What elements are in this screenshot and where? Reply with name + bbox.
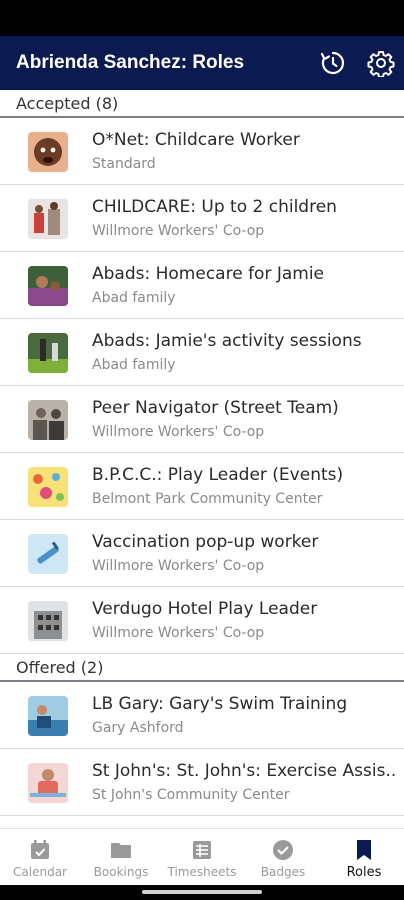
- gear-icon[interactable]: [367, 49, 395, 78]
- role-subtitle: Gary Ashford: [92, 720, 184, 736]
- list-item[interactable]: Vaccination pop-up worker Willmore Worke…: [0, 520, 404, 587]
- role-title: Vaccination pop-up worker: [92, 532, 319, 552]
- gesture-bar: [0, 885, 404, 900]
- nav-label-badges: Badges: [260, 865, 306, 879]
- role-subtitle: St John's Community Center: [92, 787, 290, 803]
- nav-label-calendar: Calendar: [13, 865, 67, 879]
- role-thumbnail-activity-icon: [28, 333, 68, 373]
- role-title: Peer Navigator (Street Team): [92, 398, 339, 418]
- nav-roles[interactable]: Roles: [324, 829, 404, 886]
- check-badge-icon: [271, 838, 295, 862]
- role-thumbnail-vaccine-icon: [28, 534, 68, 574]
- section-header-offered: Offered (2): [0, 654, 404, 682]
- home-indicator[interactable]: [142, 890, 262, 894]
- role-title: LB Gary: Gary's Swim Training: [92, 694, 348, 714]
- role-subtitle: Belmont Park Community Center: [92, 491, 323, 507]
- app-bar: Abrienda Sanchez: Roles: [0, 36, 404, 90]
- role-thumbnail-exercise-icon: [28, 763, 68, 803]
- role-title: CHILDCARE: Up to 2 children: [92, 197, 337, 217]
- list-item[interactable]: O*Net: Childcare Worker Standard: [0, 118, 404, 185]
- calendar-icon: [28, 838, 52, 862]
- section-header-accepted: Accepted (8): [0, 90, 404, 118]
- bookmark-icon: [352, 838, 376, 862]
- role-thumbnail-children-icon: [28, 199, 68, 239]
- status-bar: [0, 0, 404, 36]
- role-title: Abads: Jamie's activity sessions: [92, 331, 362, 351]
- history-icon[interactable]: [319, 49, 347, 77]
- role-thumbnail-hotel-icon: [28, 601, 68, 641]
- role-title: Abads: Homecare for Jamie: [92, 264, 325, 284]
- role-subtitle: Willmore Workers' Co-op: [92, 558, 265, 574]
- nav-bookings[interactable]: Bookings: [81, 829, 161, 886]
- nav-badges[interactable]: Badges: [243, 829, 323, 886]
- role-title: B.P.C.C.: Play Leader (Events): [92, 465, 344, 485]
- role-thumbnail-child-icon: [28, 132, 68, 172]
- list-item[interactable]: Abads: Jamie's activity sessions Abad fa…: [0, 319, 404, 386]
- nav-label-roles: Roles: [346, 865, 382, 880]
- role-thumbnail-play-icon: [28, 467, 68, 507]
- nav-timesheets[interactable]: Timesheets: [162, 829, 242, 886]
- nav-calendar[interactable]: Calendar: [0, 829, 80, 886]
- role-thumbnail-homecare-icon: [28, 266, 68, 306]
- roles-list: Accepted (8) O*Net: Childcare Worker Sta…: [0, 90, 404, 816]
- role-title: O*Net: Childcare Worker: [92, 130, 300, 150]
- folder-icon: [109, 838, 133, 862]
- list-item[interactable]: B.P.C.C.: Play Leader (Events) Belmont P…: [0, 453, 404, 520]
- role-title: St John's: St. John's: Exercise Assis...: [92, 761, 396, 781]
- role-subtitle: Abad family: [92, 357, 176, 373]
- role-thumbnail-team-icon: [28, 400, 68, 440]
- list-item[interactable]: St John's: St. John's: Exercise Assis...…: [0, 749, 404, 816]
- role-title: Verdugo Hotel Play Leader: [92, 599, 318, 619]
- list-item[interactable]: Peer Navigator (Street Team) Willmore Wo…: [0, 386, 404, 453]
- page-title: Abrienda Sanchez: Roles: [16, 52, 245, 73]
- nav-label-timesheets: Timesheets: [167, 865, 237, 879]
- list-item[interactable]: Abads: Homecare for Jamie Abad family: [0, 252, 404, 319]
- list-item[interactable]: Verdugo Hotel Play Leader Willmore Worke…: [0, 587, 404, 654]
- role-subtitle: Willmore Workers' Co-op: [92, 223, 265, 239]
- role-subtitle: Standard: [92, 156, 156, 172]
- bottom-navigation: Calendar Bookings Timesheets Badges Role…: [0, 828, 404, 886]
- role-subtitle: Willmore Workers' Co-op: [92, 424, 265, 440]
- timesheet-icon: [190, 838, 214, 862]
- role-subtitle: Willmore Workers' Co-op: [92, 625, 265, 641]
- list-item[interactable]: CHILDCARE: Up to 2 children Willmore Wor…: [0, 185, 404, 252]
- list-item[interactable]: LB Gary: Gary's Swim Training Gary Ashfo…: [0, 682, 404, 749]
- role-subtitle: Abad family: [92, 290, 176, 306]
- nav-label-bookings: Bookings: [93, 865, 149, 879]
- role-thumbnail-swim-icon: [28, 696, 68, 736]
